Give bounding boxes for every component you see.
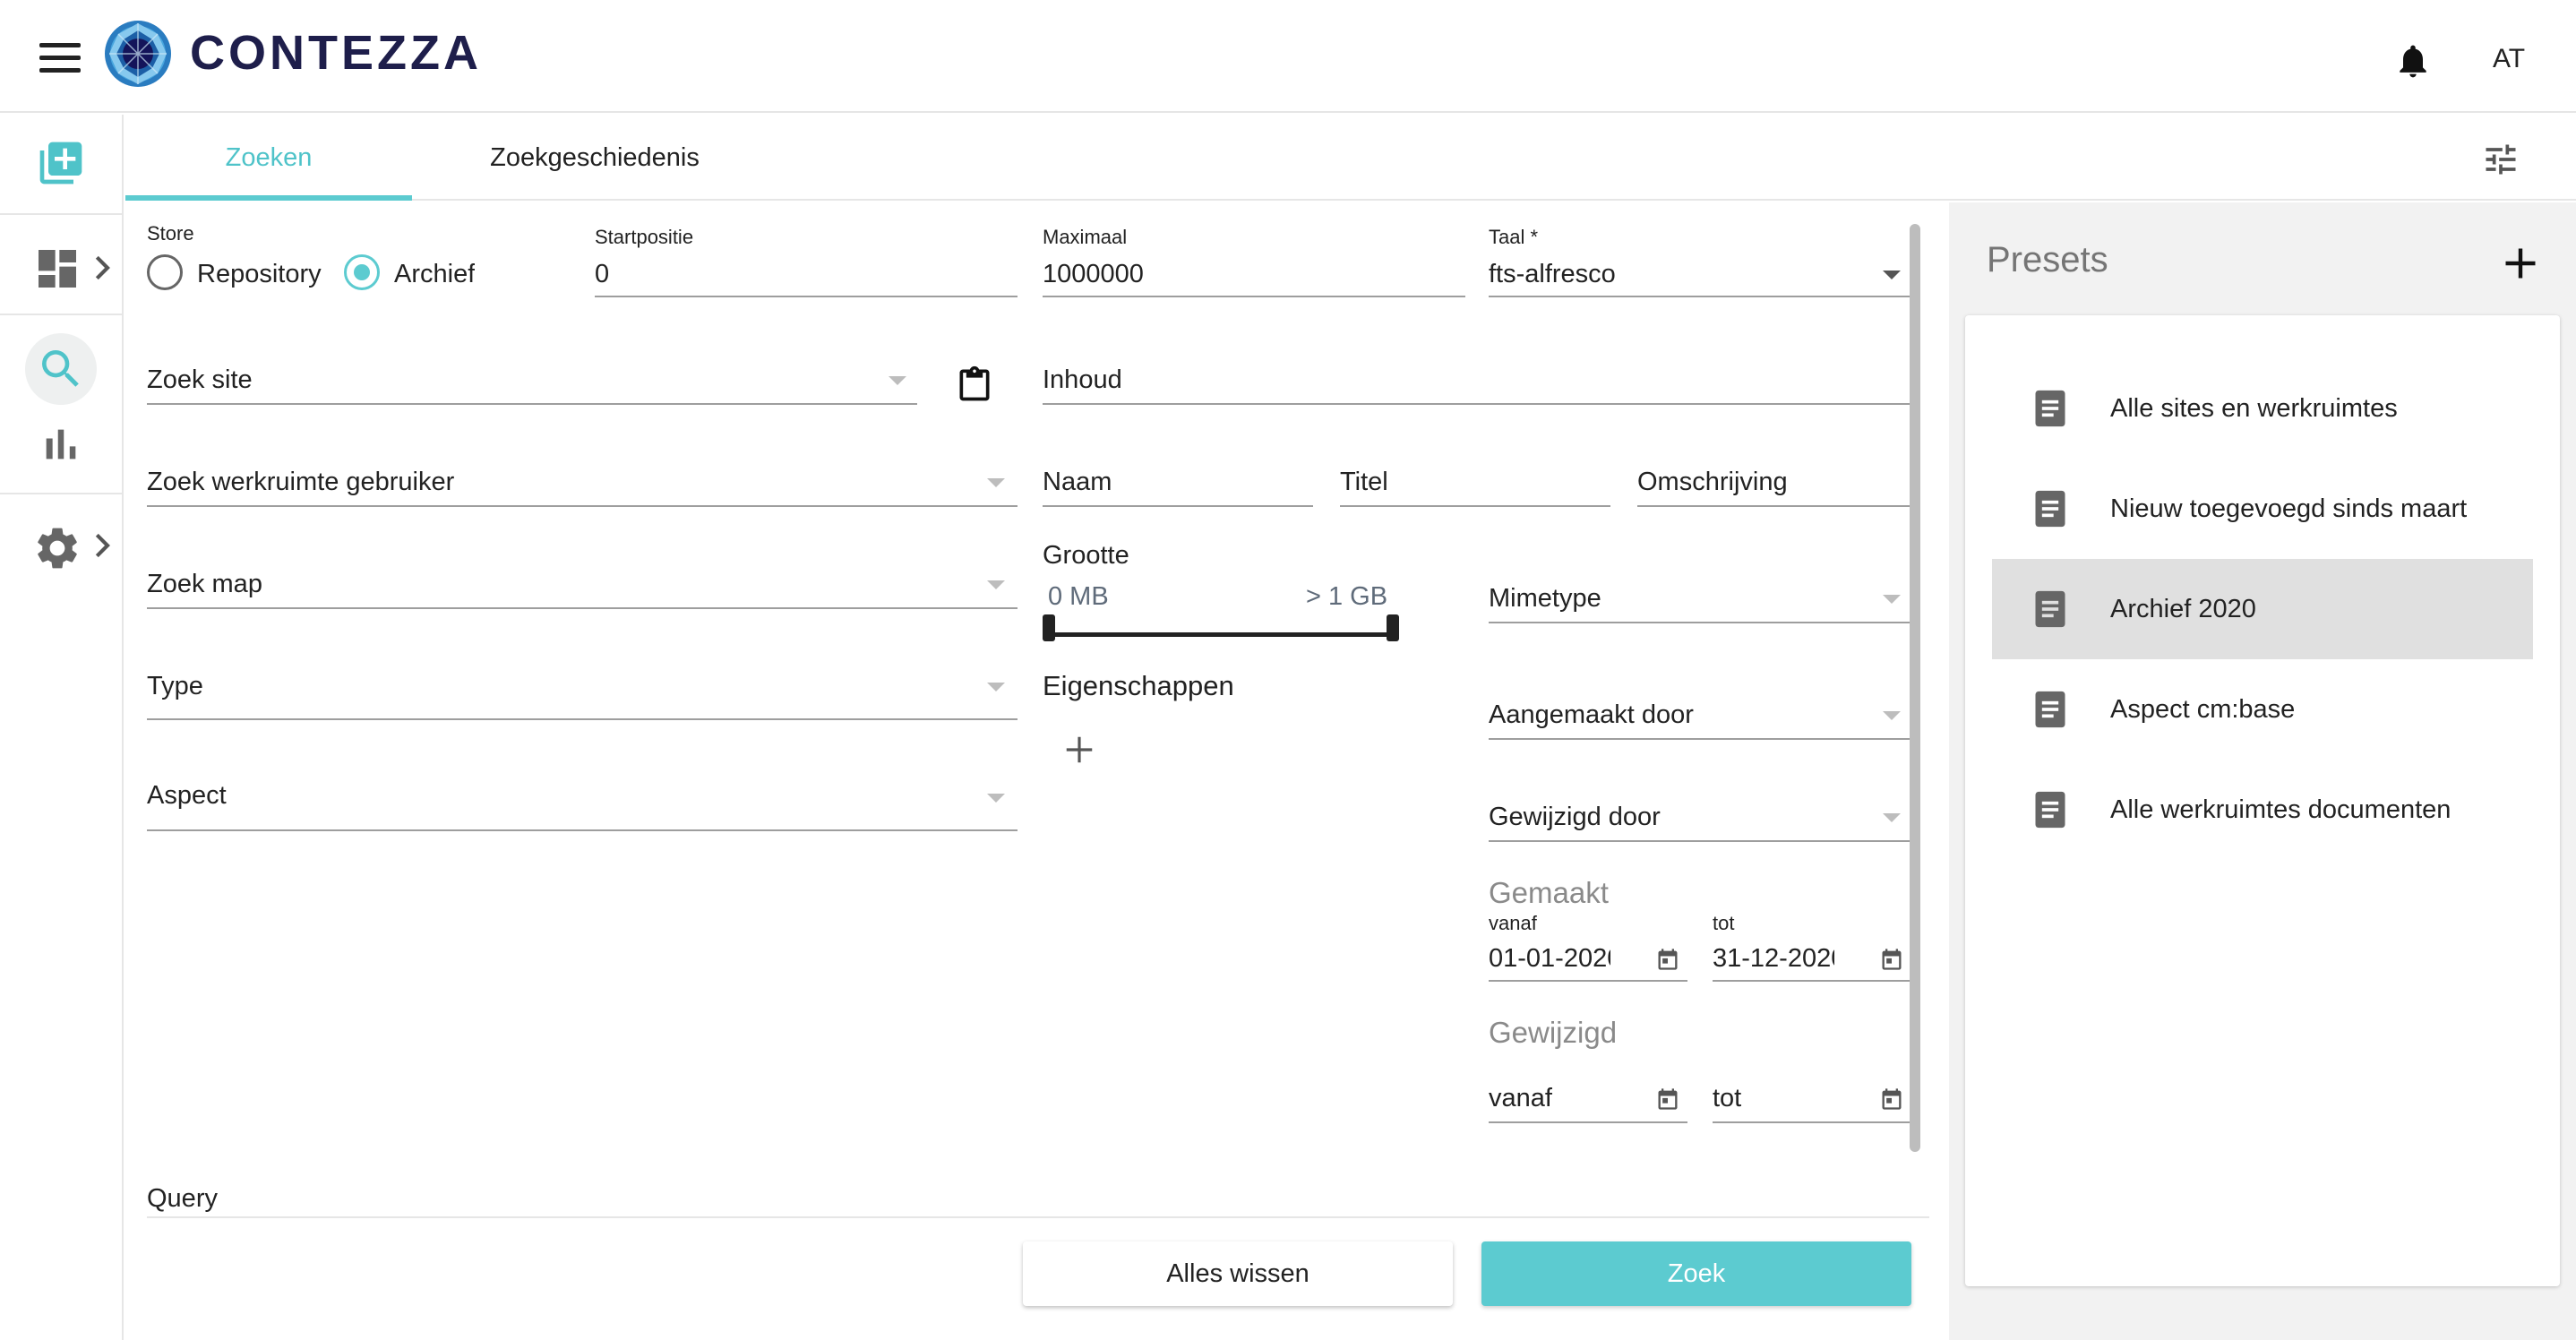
document-icon	[2035, 590, 2065, 628]
zoek-map-dropdown-arrow-icon[interactable]	[987, 580, 1005, 589]
form-scrollbar[interactable]	[1910, 224, 1920, 1152]
omschrijving-input[interactable]: Omschrijving	[1637, 466, 1906, 498]
search-tabs: Zoeken Zoekgeschiedenis	[125, 115, 2576, 201]
preset-item[interactable]: Alle sites en werkruimtes	[1992, 358, 2533, 459]
aspect-select[interactable]: Aspect	[147, 779, 989, 812]
document-icon	[2035, 490, 2065, 528]
preset-item-selected[interactable]: Archief 2020	[1992, 559, 2533, 659]
document-icon	[2035, 691, 2065, 728]
naam-input[interactable]: Naam	[1043, 466, 1311, 498]
tab-zoeken[interactable]: Zoeken	[125, 115, 412, 201]
startpositie-input[interactable]: 0	[595, 258, 1016, 290]
add-eigenschap-plus-icon[interactable]	[1062, 733, 1096, 767]
document-icon	[2035, 390, 2065, 427]
type-dropdown-arrow-icon[interactable]	[987, 683, 1005, 691]
bell-icon[interactable]	[2393, 39, 2433, 82]
tune-icon[interactable]	[2481, 140, 2520, 179]
taal-select[interactable]: fts-alfresco	[1489, 258, 1883, 290]
zoek-site-dropdown-arrow-icon[interactable]	[889, 376, 906, 385]
add-box-icon[interactable]	[36, 138, 86, 188]
zoek-werkruimte-select[interactable]: Zoek werkruimte gebruiker	[147, 466, 989, 498]
query-label[interactable]: Query	[147, 1182, 218, 1215]
grootte-label: Grootte	[1043, 541, 1129, 570]
calendar-icon[interactable]	[1879, 946, 1904, 973]
document-icon	[2035, 791, 2065, 829]
preset-item[interactable]: Alle werkruimtes documenten	[1992, 760, 2533, 860]
query-textarea-border	[147, 1216, 1929, 1218]
gear-icon[interactable]	[32, 523, 82, 573]
grootte-max-label: > 1 GB	[1306, 582, 1388, 611]
presets-title: Presets	[1987, 240, 2108, 279]
preset-label: Alle sites en werkruimtes	[2110, 394, 2398, 423]
add-preset-plus-icon[interactable]	[2501, 244, 2540, 283]
radio-archief[interactable]	[344, 254, 380, 290]
maximaal-input[interactable]: 1000000	[1043, 258, 1464, 290]
tab-zoekgeschiedenis[interactable]: Zoekgeschiedenis	[416, 115, 774, 201]
chevron-right-icon[interactable]	[93, 254, 113, 281]
zoek-werkruimte-dropdown-arrow-icon[interactable]	[987, 478, 1005, 487]
calendar-icon[interactable]	[1655, 946, 1680, 973]
gemaakt-vanaf-label: vanaf	[1489, 912, 1537, 934]
eigenschappen-label: Eigenschappen	[1043, 670, 1234, 701]
active-tab-indicator	[125, 195, 412, 201]
inhoud-input[interactable]: Inhoud	[1043, 364, 1902, 396]
startpositie-label: Startpositie	[595, 226, 694, 248]
gewijzigd-door-select[interactable]: Gewijzigd door	[1489, 801, 1883, 833]
dashboard-icon[interactable]	[32, 244, 82, 294]
chevron-right-icon[interactable]	[93, 532, 113, 559]
search-icon[interactable]	[36, 344, 86, 394]
gemaakt-vanaf-input[interactable]: 01-01-2020	[1489, 942, 1610, 975]
clear-all-button[interactable]: Alles wissen	[1023, 1241, 1453, 1306]
search-button[interactable]: Zoek	[1481, 1241, 1911, 1306]
gewijzigd-tot-input[interactable]: tot	[1713, 1082, 1865, 1114]
calendar-icon[interactable]	[1879, 1086, 1904, 1112]
maximaal-label: Maximaal	[1043, 226, 1128, 248]
taal-label: Taal *	[1489, 226, 1539, 248]
preset-label: Alle werkruimtes documenten	[2110, 795, 2451, 824]
radio-repository-label[interactable]: Repository	[197, 258, 322, 290]
gemaakt-tot-label: tot	[1713, 912, 1735, 934]
preset-item[interactable]: Aspect cm:base	[1992, 659, 2533, 760]
bar-chart-icon[interactable]	[36, 419, 86, 469]
grootte-slider-min-handle[interactable]	[1043, 614, 1055, 641]
preset-item[interactable]: Nieuw toegevoegd sinds maart	[1992, 459, 2533, 559]
grootte-min-label: 0 MB	[1048, 582, 1109, 611]
zoek-site-select[interactable]: Zoek site	[147, 364, 989, 396]
gemaakt-tot-input[interactable]: 31-12-2020	[1713, 942, 1834, 975]
titel-input[interactable]: Titel	[1340, 466, 1609, 498]
aangemaakt-door-dropdown-arrow-icon[interactable]	[1883, 711, 1901, 720]
grootte-slider-track[interactable]	[1048, 632, 1392, 637]
app-header: CONTEZZA AT	[0, 0, 2576, 113]
search-form: Store Repository Archief Startpositie 0 …	[125, 202, 1949, 1340]
preset-label: Nieuw toegevoegd sinds maart	[2110, 494, 2468, 523]
contezza-logo-icon	[105, 21, 171, 87]
calendar-icon[interactable]	[1655, 1086, 1680, 1112]
user-avatar[interactable]: AT	[2485, 39, 2533, 79]
preset-label: Archief 2020	[2110, 595, 2256, 623]
gewijzigd-door-dropdown-arrow-icon[interactable]	[1883, 813, 1901, 822]
type-select[interactable]: Type	[147, 670, 989, 702]
brand-name: CONTEZZA	[190, 26, 482, 80]
radio-archief-label[interactable]: Archief	[394, 258, 475, 290]
gemaakt-label: Gemaakt	[1489, 876, 1609, 909]
zoek-map-select[interactable]: Zoek map	[147, 568, 989, 600]
aspect-dropdown-arrow-icon[interactable]	[987, 794, 1005, 803]
mimetype-dropdown-arrow-icon[interactable]	[1883, 595, 1901, 604]
left-nav-rail	[0, 115, 124, 1340]
aangemaakt-door-select[interactable]: Aangemaakt door	[1489, 699, 1883, 731]
mimetype-select[interactable]: Mimetype	[1489, 582, 1883, 614]
radio-repository[interactable]	[147, 254, 183, 290]
menu-icon[interactable]	[39, 43, 81, 73]
preset-label: Aspect cm:base	[2110, 695, 2296, 724]
grootte-slider-max-handle[interactable]	[1387, 614, 1399, 641]
taal-dropdown-arrow-icon[interactable]	[1883, 271, 1901, 279]
gewijzigd-label: Gewijzigd	[1489, 1016, 1618, 1049]
clipboard-icon[interactable]	[955, 362, 994, 407]
gewijzigd-vanaf-input[interactable]: vanaf	[1489, 1082, 1641, 1114]
store-label: Store	[147, 222, 194, 245]
